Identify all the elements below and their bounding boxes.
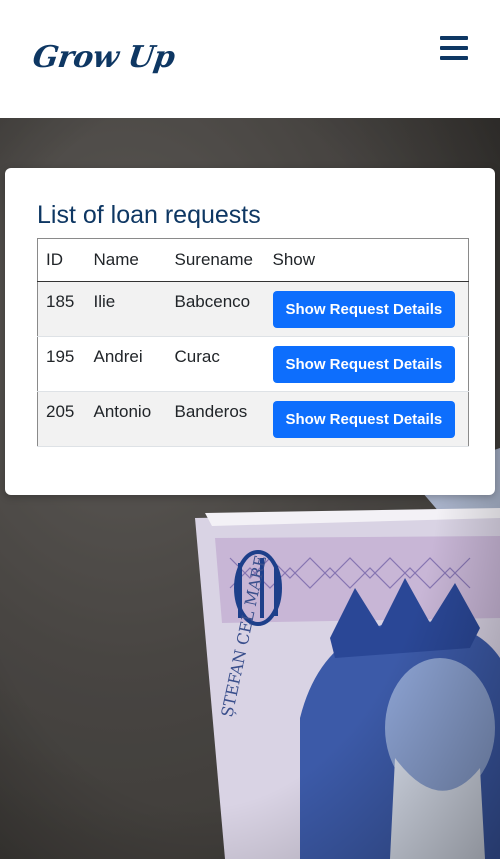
hamburger-menu-icon[interactable] [437,33,471,63]
cell-id: 205 [37,391,86,447]
cell-show: Show Request Details [264,281,469,337]
loan-requests-card: List of loan requests ID Name Surename S… [5,168,495,495]
table-row: 185 Ilie Babcenco Show Request Details [37,281,469,337]
cell-id: 185 [37,281,86,337]
menu-bar-line [440,56,468,60]
cell-show: Show Request Details [264,336,469,392]
cell-name: Ilie [85,281,167,337]
cell-name: Antonio [85,391,167,447]
site-logo[interactable]: Grow Up [31,40,177,75]
column-header-show: Show [264,238,469,282]
column-header-name: Name [85,238,167,282]
table-header-row: ID Name Surename Show [37,238,469,282]
table-row: 205 Antonio Banderos Show Request Detail… [37,391,469,447]
loan-requests-table: ID Name Surename Show 185 Ilie Babcenco … [37,238,469,447]
menu-bar-line [440,46,468,50]
column-header-id: ID [37,238,86,282]
show-request-details-button[interactable]: Show Request Details [272,346,456,383]
page-title: List of loan requests [37,201,261,229]
cell-surname: Curac [166,336,265,392]
cell-surname: Banderos [166,391,265,447]
cell-show: Show Request Details [264,391,469,447]
cell-surname: Babcenco [166,281,265,337]
show-request-details-button[interactable]: Show Request Details [272,401,456,438]
cell-name: Andrei [85,336,167,392]
column-header-surname: Surename [166,238,265,282]
site-header: Grow Up [0,0,500,118]
menu-bar-line [440,36,468,40]
table-row: 195 Andrei Curac Show Request Details [37,336,469,392]
cell-id: 195 [37,336,86,392]
show-request-details-button[interactable]: Show Request Details [272,291,456,328]
